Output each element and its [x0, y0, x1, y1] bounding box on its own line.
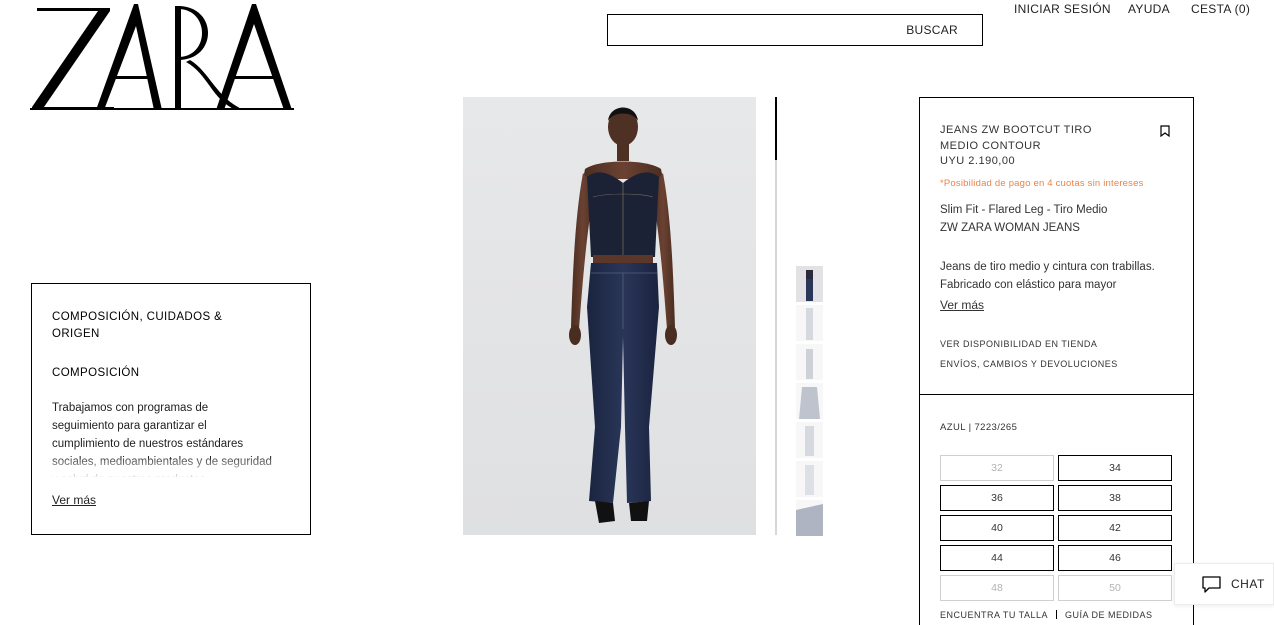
- product-fit: Slim Fit - Flared Leg - Tiro Medio: [940, 204, 1108, 216]
- thumbnail-image: [796, 305, 823, 341]
- login-link[interactable]: INICIAR SESIÓN: [1014, 2, 1111, 16]
- composition-subtitle: COMPOSICIÓN: [52, 367, 140, 379]
- bookmark-icon[interactable]: [1160, 124, 1170, 138]
- thumbnail-2[interactable]: [796, 305, 823, 341]
- size-guide-link[interactable]: GUÍA DE MEDIDAS: [1065, 610, 1153, 620]
- size-option-50[interactable]: 50: [1058, 575, 1172, 601]
- size-option-36[interactable]: 36: [940, 485, 1054, 511]
- chat-bubble-icon: [1202, 576, 1221, 593]
- size-option-48[interactable]: 48: [940, 575, 1054, 601]
- bookmark-glyph: [1160, 125, 1170, 138]
- gallery-scrollbar[interactable]: [775, 97, 777, 535]
- thumbnail-image: [796, 383, 823, 419]
- product-more-link[interactable]: Ver más: [940, 298, 984, 312]
- link-divider: [1056, 610, 1058, 619]
- size-option-34[interactable]: 34: [1058, 455, 1172, 481]
- size-option-40[interactable]: 40: [940, 515, 1054, 541]
- size-option-32[interactable]: 32: [940, 455, 1054, 481]
- search-button[interactable]: BUSCAR: [906, 23, 958, 37]
- size-option-44[interactable]: 44: [940, 545, 1054, 571]
- top-navigation: INICIAR SESIÓN AYUDA CESTA (0): [1014, 2, 1274, 18]
- installments-note: *Posibilidad de pago en 4 cuotas sin int…: [940, 178, 1144, 189]
- gallery-scroll-thumb[interactable]: [775, 97, 777, 160]
- zara-logo[interactable]: [30, 2, 294, 112]
- help-link[interactable]: AYUDA: [1128, 2, 1170, 16]
- product-info-panel: JEANS ZW BOOTCUT TIRO MEDIO CONTOUR UYU …: [919, 97, 1194, 395]
- product-description: Jeans de tiro medio y cintura con trabil…: [940, 261, 1155, 291]
- thumbnail-image: [796, 500, 823, 536]
- find-size-link[interactable]: ENCUENTRA TU TALLA: [940, 610, 1048, 620]
- product-price: UYU 2.190,00: [940, 155, 1016, 167]
- thumbnail-5[interactable]: [796, 422, 823, 458]
- thumbnail-image: [796, 344, 823, 380]
- zara-logo-mark: [30, 4, 294, 110]
- store-availability-link[interactable]: VER DISPONIBILIDAD EN TIENDA: [940, 339, 1097, 349]
- cart-link[interactable]: CESTA (0): [1191, 2, 1250, 16]
- text-fade-overlay: [52, 459, 292, 481]
- size-option-42[interactable]: 42: [1058, 515, 1172, 541]
- composition-title: COMPOSICIÓN, CUIDADOS & ORIGEN: [52, 311, 223, 340]
- thumbnail-4[interactable]: [796, 383, 823, 419]
- thumbnail-image: [796, 266, 823, 302]
- product-collection: ZW ZARA WOMAN JEANS: [940, 222, 1080, 234]
- color-reference: AZUL | 7223/265: [940, 422, 1018, 433]
- thumbnail-strip: [796, 266, 823, 539]
- thumbnail-image: [796, 461, 823, 497]
- product-name: JEANS ZW BOOTCUT TIRO MEDIO CONTOUR: [940, 124, 1092, 152]
- model-photo: [463, 97, 756, 535]
- thumbnail-image: [796, 422, 823, 458]
- thumbnail-1[interactable]: [796, 266, 823, 302]
- size-option-46[interactable]: 46: [1058, 545, 1172, 571]
- size-help-links: ENCUENTRA TU TALLA GUÍA DE MEDIDAS: [940, 610, 1153, 620]
- search-input[interactable]: [608, 15, 898, 45]
- thumbnail-3[interactable]: [796, 344, 823, 380]
- product-main-image[interactable]: [463, 97, 756, 535]
- thumbnail-6[interactable]: [796, 461, 823, 497]
- chat-button[interactable]: CHAT: [1174, 563, 1274, 605]
- search-bar: BUSCAR: [607, 14, 983, 46]
- shipping-returns-link[interactable]: ENVÍOS, CAMBIOS Y DEVOLUCIONES: [940, 359, 1118, 369]
- size-option-38[interactable]: 38: [1058, 485, 1172, 511]
- thumbnail-7[interactable]: [796, 500, 823, 536]
- composition-panel: COMPOSICIÓN, CUIDADOS & ORIGEN COMPOSICI…: [31, 283, 311, 535]
- size-selector-panel: AZUL | 7223/265 32 34 36 38 40 42 44 46 …: [919, 394, 1194, 625]
- composition-more-link[interactable]: Ver más: [52, 493, 96, 507]
- chat-label: CHAT: [1231, 577, 1265, 591]
